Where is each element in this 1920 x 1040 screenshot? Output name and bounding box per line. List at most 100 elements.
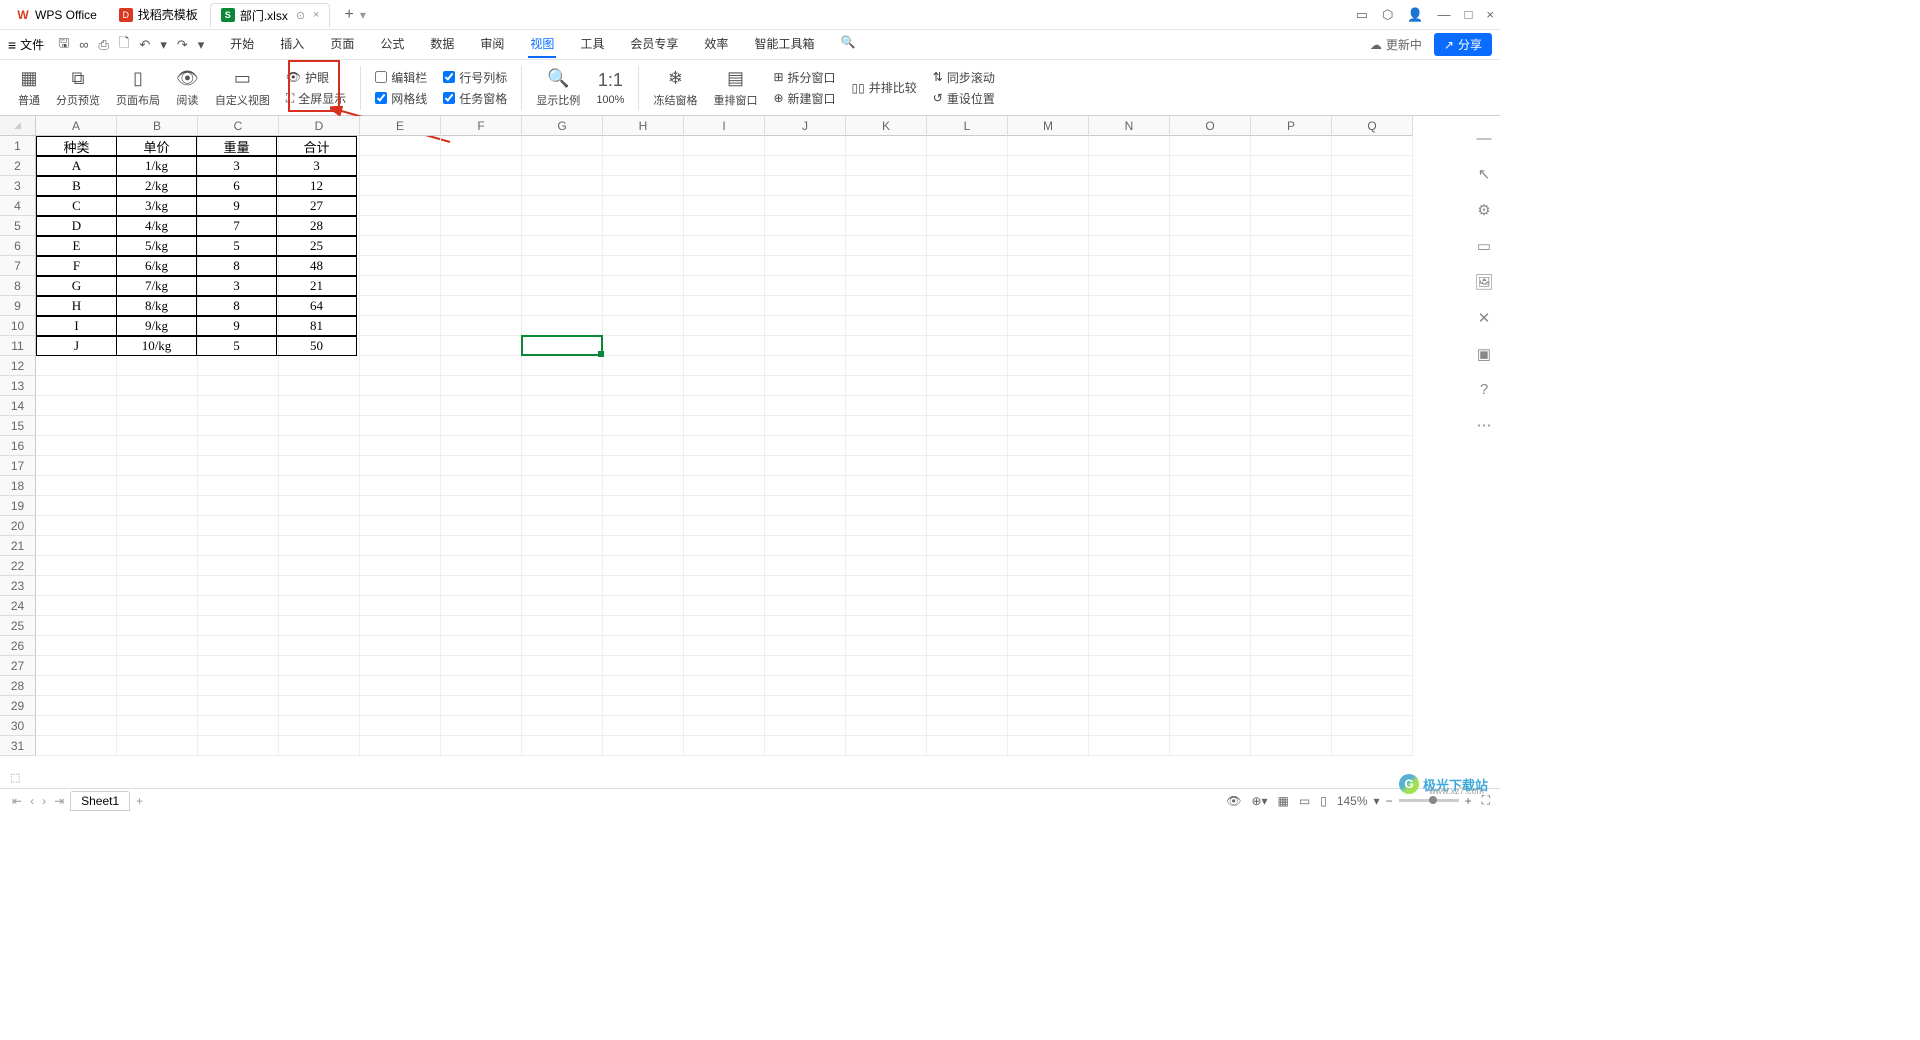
cell[interactable] [1170,476,1251,496]
cell[interactable] [1332,736,1413,756]
cell[interactable] [684,156,765,176]
cell[interactable] [1170,556,1251,576]
cell[interactable] [765,136,846,156]
new-window[interactable]: ⊕新建窗口 [773,90,835,107]
cell[interactable] [117,436,198,456]
cell[interactable] [765,256,846,276]
table-cell[interactable]: 9 [196,316,277,336]
cell[interactable] [846,436,927,456]
cell[interactable] [522,536,603,556]
cell[interactable] [1251,436,1332,456]
cell[interactable] [522,216,603,236]
cell[interactable] [441,416,522,436]
cell[interactable] [1008,716,1089,736]
cell[interactable] [117,396,198,416]
file-menu[interactable]: ≡ 文件 [8,36,44,53]
cell[interactable] [927,716,1008,736]
cell[interactable] [1332,636,1413,656]
cell[interactable] [927,656,1008,676]
share-button[interactable]: ↗ 分享 [1434,33,1492,56]
cell[interactable] [1089,336,1170,356]
cell[interactable] [522,196,603,216]
cell[interactable] [927,536,1008,556]
cell[interactable] [603,716,684,736]
cell[interactable] [1008,436,1089,456]
cell[interactable] [1170,696,1251,716]
table-cell[interactable]: 10/kg [116,336,197,356]
cell[interactable] [927,156,1008,176]
cell[interactable] [765,476,846,496]
cell[interactable] [684,716,765,736]
cell[interactable] [198,476,279,496]
cell[interactable] [1089,656,1170,676]
cell[interactable] [1332,196,1413,216]
cell[interactable] [927,556,1008,576]
table-cell[interactable]: E [36,236,117,256]
cell[interactable] [1332,136,1413,156]
cell[interactable] [603,216,684,236]
package-icon[interactable]: ⬡ [1382,7,1393,23]
cell[interactable] [603,476,684,496]
cell[interactable] [846,476,927,496]
cell[interactable] [1251,196,1332,216]
column-header[interactable]: B [117,116,198,136]
menu-data[interactable]: 数据 [428,31,456,58]
cell[interactable] [441,476,522,496]
cell[interactable] [360,496,441,516]
cell[interactable] [1332,256,1413,276]
cell[interactable] [684,316,765,336]
cell[interactable] [684,336,765,356]
cell[interactable] [846,276,927,296]
cell[interactable] [603,676,684,696]
cell[interactable] [846,716,927,736]
cell[interactable] [360,296,441,316]
cell[interactable] [1251,276,1332,296]
cell[interactable] [1008,596,1089,616]
menu-search-icon[interactable]: 🔍 [838,31,857,58]
table-cell[interactable]: 12 [276,176,357,196]
cell[interactable] [765,276,846,296]
cell[interactable] [36,656,117,676]
table-header-cell[interactable]: 合计 [276,136,357,156]
cell[interactable] [279,516,360,536]
cell[interactable] [36,356,117,376]
link-icon[interactable]: ∞ [79,37,88,52]
cell[interactable] [522,676,603,696]
cell[interactable] [1170,616,1251,636]
cell[interactable] [198,636,279,656]
cell[interactable] [846,456,927,476]
cell[interactable] [603,156,684,176]
cell[interactable] [1089,576,1170,596]
zoom-ratio[interactable]: 🔍显示比例 [530,68,586,108]
save-icon[interactable]: 🖫 [58,34,69,56]
help-sidebar-icon[interactable]: ? [1480,381,1488,398]
cell[interactable] [36,536,117,556]
tab-close-icon[interactable]: × [313,9,319,21]
cell[interactable] [1332,176,1413,196]
cell[interactable] [846,316,927,336]
view-page-preview[interactable]: ⧉分页预览 [50,68,106,108]
cell[interactable] [765,236,846,256]
cell[interactable] [360,556,441,576]
cell[interactable] [1332,276,1413,296]
cell[interactable] [360,356,441,376]
cell[interactable] [1170,456,1251,476]
sheet-tab[interactable]: Sheet1 [70,791,130,811]
cell[interactable] [1089,716,1170,736]
row-header[interactable]: 5 [0,216,36,236]
view-custom[interactable]: ▭自定义视图 [209,68,276,108]
cell[interactable] [522,616,603,636]
table-cell[interactable]: D [36,216,117,236]
cell[interactable] [360,736,441,756]
sheet-nav-last[interactable]: ⇥ [52,794,66,808]
table-header-cell[interactable]: 种类 [36,136,117,156]
cell[interactable] [927,636,1008,656]
cell[interactable] [1251,556,1332,576]
table-cell[interactable]: 21 [276,276,357,296]
row-header[interactable]: 16 [0,436,36,456]
cell[interactable] [1251,676,1332,696]
cell[interactable] [1089,636,1170,656]
tab-menu-icon[interactable]: ▾ [360,8,366,22]
fullscreen-toggle[interactable]: ⛶全屏显示 [286,90,346,107]
cell[interactable] [765,596,846,616]
